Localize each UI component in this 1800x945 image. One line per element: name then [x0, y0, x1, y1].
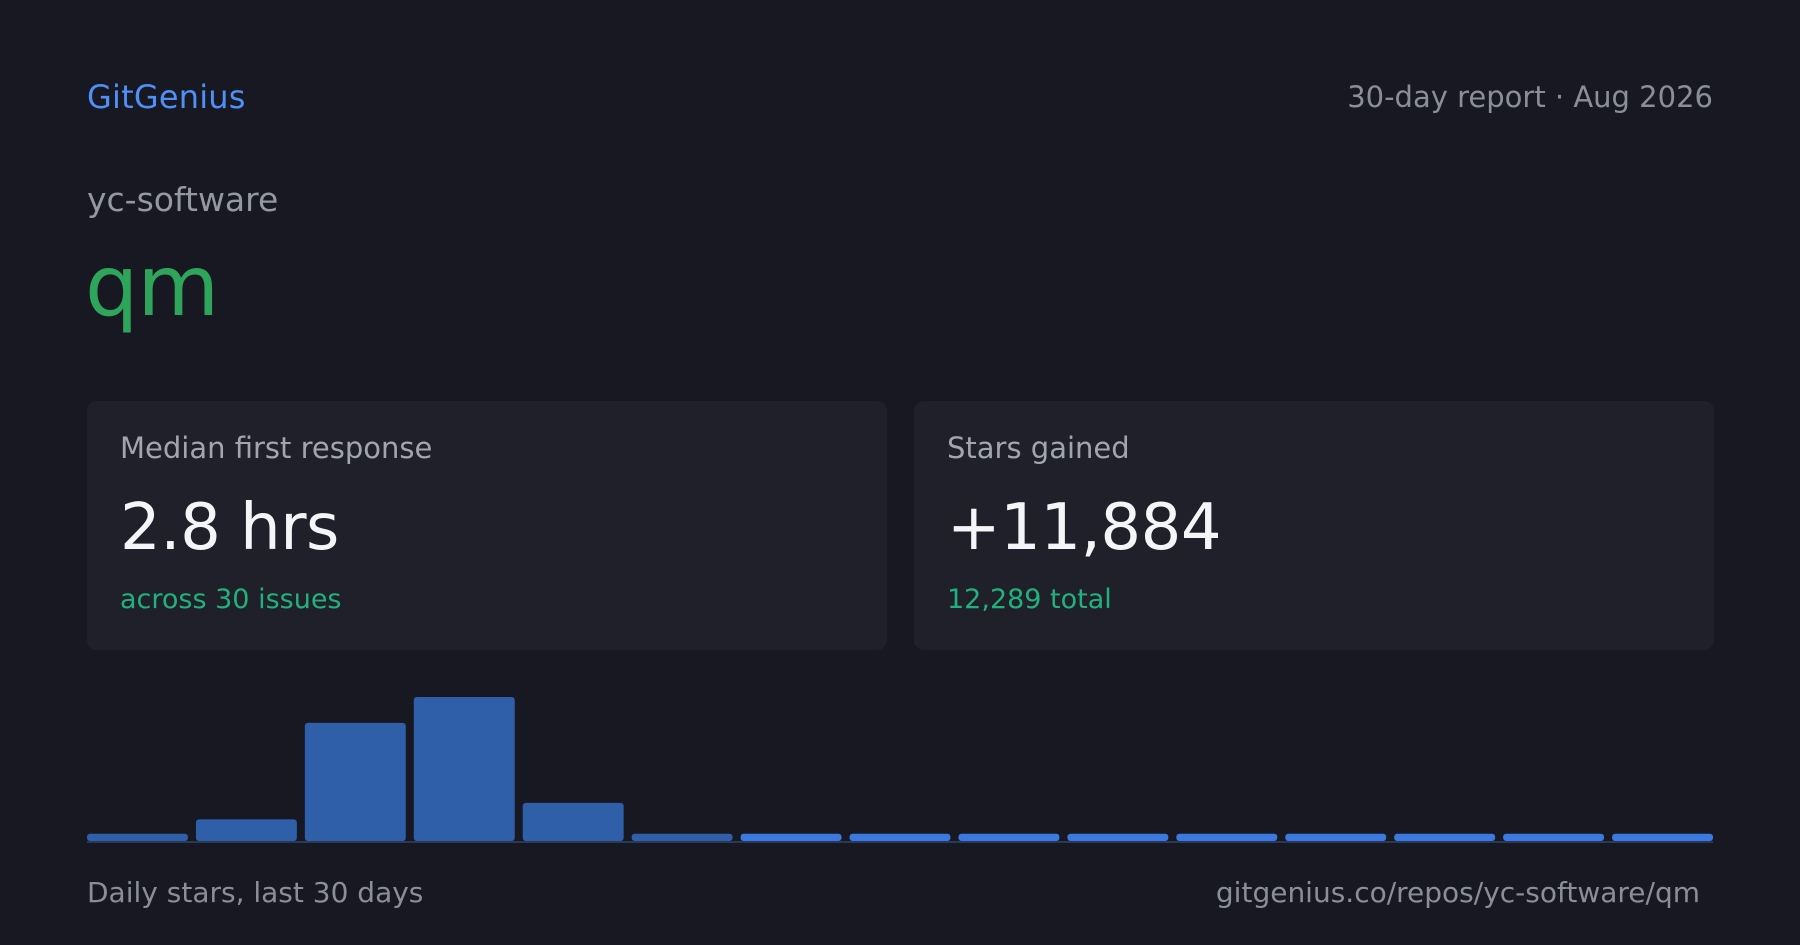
chart-bar-7 — [740, 833, 842, 841]
chart-bar-14 — [1503, 833, 1605, 841]
chart-caption: Daily stars, last 30 days — [87, 876, 424, 909]
chart-bar-4 — [413, 697, 515, 841]
median-response-label: Median first response — [120, 431, 433, 465]
chart-bar-6 — [631, 833, 733, 841]
chart-bar-5 — [522, 802, 624, 841]
stars-total-sub: 12,289 total — [947, 584, 1112, 615]
chart-bar-2 — [195, 819, 297, 841]
chart-bar-10 — [1067, 833, 1169, 841]
chart-bar-11 — [1176, 833, 1278, 841]
chart-bar-9 — [958, 833, 1060, 841]
report-period-label: 30-day report · Aug 2026 — [1347, 80, 1713, 114]
stars-gained-card: Stars gained +11,884 12,289 total — [914, 401, 1714, 650]
chart-bar-8 — [849, 833, 951, 841]
stars-gained-value: +11,884 — [947, 491, 1222, 565]
chart-bar-15 — [1612, 833, 1713, 841]
brand-logo-text[interactable]: GitGenius — [87, 79, 246, 115]
chart-bar-12 — [1285, 833, 1387, 841]
repo-name[interactable]: qm — [85, 240, 219, 333]
stars-gained-label: Stars gained — [947, 431, 1130, 465]
daily-stars-chart — [87, 680, 1713, 844]
repo-url[interactable]: gitgenius.co/repos/yc-software/qm — [1216, 877, 1700, 909]
chart-bar-13 — [1394, 833, 1496, 841]
median-response-card: Median first response 2.8 hrs across 30 … — [87, 401, 887, 650]
chart-bar-3 — [304, 722, 406, 841]
median-response-sub: across 30 issues — [120, 584, 342, 615]
chart-baseline — [87, 841, 1713, 843]
repo-owner[interactable]: yc-software — [87, 181, 278, 218]
report-card: GitGenius 30-day report · Aug 2026 yc-so… — [0, 0, 1800, 945]
median-response-value: 2.8 hrs — [120, 491, 339, 565]
chart-bar-1 — [87, 833, 188, 841]
daily-stars-chart-svg — [87, 697, 1713, 843]
